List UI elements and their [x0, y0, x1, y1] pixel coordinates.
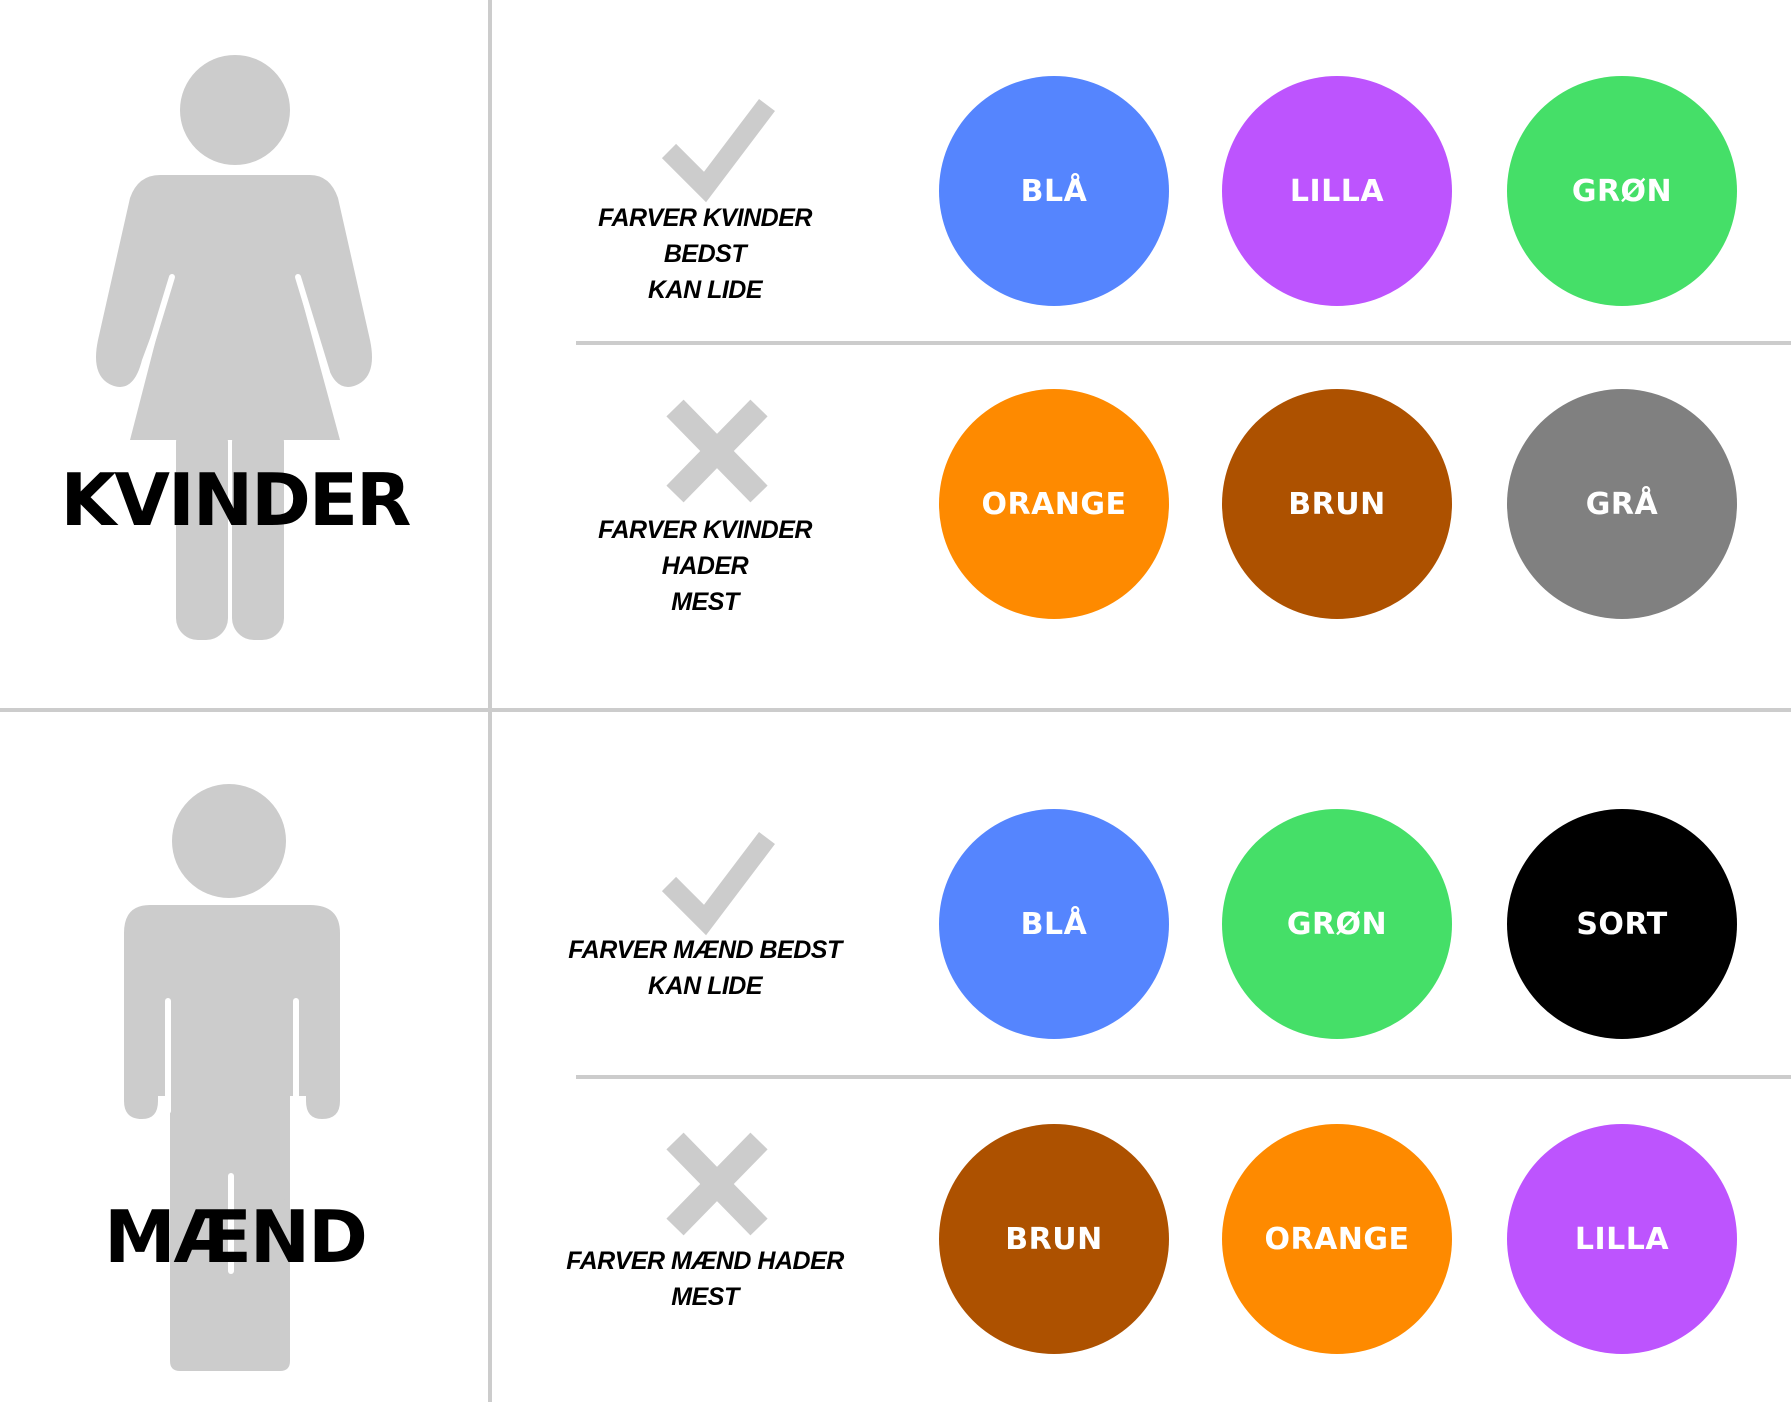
- row-caption-women-disliked: FARVER KVINDER HADER MEST: [560, 512, 850, 620]
- color-swatch: GRÅ: [1507, 389, 1737, 619]
- color-swatch: GRØN: [1507, 76, 1737, 306]
- women-panel: KVINDER FARVER KVINDER BEDST KAN LIDE BL…: [0, 0, 1791, 701]
- swatch-label: GRØN: [1286, 906, 1388, 942]
- men-panel: MÆND FARVER MÆND BEDST KAN LIDE BLÅ GRØN…: [0, 711, 1791, 1412]
- swatch-label: ORANGE: [1264, 1221, 1410, 1257]
- row-caption-women-liked: FARVER KVINDER BEDST KAN LIDE: [560, 200, 850, 308]
- cross-icon: [666, 399, 768, 503]
- row-caption-men-disliked: FARVER MÆND HADER MEST: [560, 1243, 850, 1315]
- caption-line: FARVER MÆND BEDST: [568, 936, 842, 964]
- row-divider: [576, 1075, 1791, 1079]
- man-figure-icon: [0, 711, 470, 1412]
- swatch-label: GRØN: [1571, 173, 1673, 209]
- color-swatch: BLÅ: [939, 809, 1169, 1039]
- caption-line: FARVER KVINDER HADER: [598, 516, 812, 580]
- swatch-label: GRÅ: [1585, 486, 1659, 522]
- checkmark-icon: [661, 831, 775, 936]
- color-swatch: BRUN: [1222, 389, 1452, 619]
- group-title-men: MÆND: [104, 1195, 368, 1279]
- caption-line: KAN LIDE: [647, 276, 763, 304]
- color-swatch: GRØN: [1222, 809, 1452, 1039]
- swatch-label: ORANGE: [981, 486, 1127, 522]
- cross-icon: [666, 1132, 768, 1236]
- caption-line: MEST: [671, 588, 739, 616]
- swatch-label: BLÅ: [1020, 906, 1088, 942]
- color-swatch: LILLA: [1222, 76, 1452, 306]
- row-divider: [576, 341, 1791, 345]
- caption-line: MEST: [671, 1283, 739, 1311]
- caption-line: KAN LIDE: [647, 972, 763, 1000]
- row-caption-men-liked: FARVER MÆND BEDST KAN LIDE: [560, 932, 850, 1004]
- color-swatch: ORANGE: [939, 389, 1169, 619]
- caption-line: FARVER KVINDER BEDST: [598, 204, 812, 268]
- swatch-label: LILLA: [1289, 173, 1385, 209]
- woman-figure-icon: [0, 0, 470, 701]
- color-swatch: ORANGE: [1222, 1124, 1452, 1354]
- color-swatch: BLÅ: [939, 76, 1169, 306]
- swatch-label: BRUN: [1288, 486, 1386, 522]
- caption-line: FARVER MÆND HADER: [566, 1247, 844, 1275]
- color-swatch: SORT: [1507, 809, 1737, 1039]
- color-swatch: LILLA: [1507, 1124, 1737, 1354]
- swatch-label: BLÅ: [1020, 173, 1088, 209]
- swatch-label: LILLA: [1574, 1221, 1670, 1257]
- color-swatch: BRUN: [939, 1124, 1169, 1354]
- checkmark-icon: [661, 98, 775, 203]
- group-title-women: KVINDER: [60, 458, 412, 542]
- swatch-label: BRUN: [1005, 1221, 1103, 1257]
- swatch-label: SORT: [1576, 906, 1668, 942]
